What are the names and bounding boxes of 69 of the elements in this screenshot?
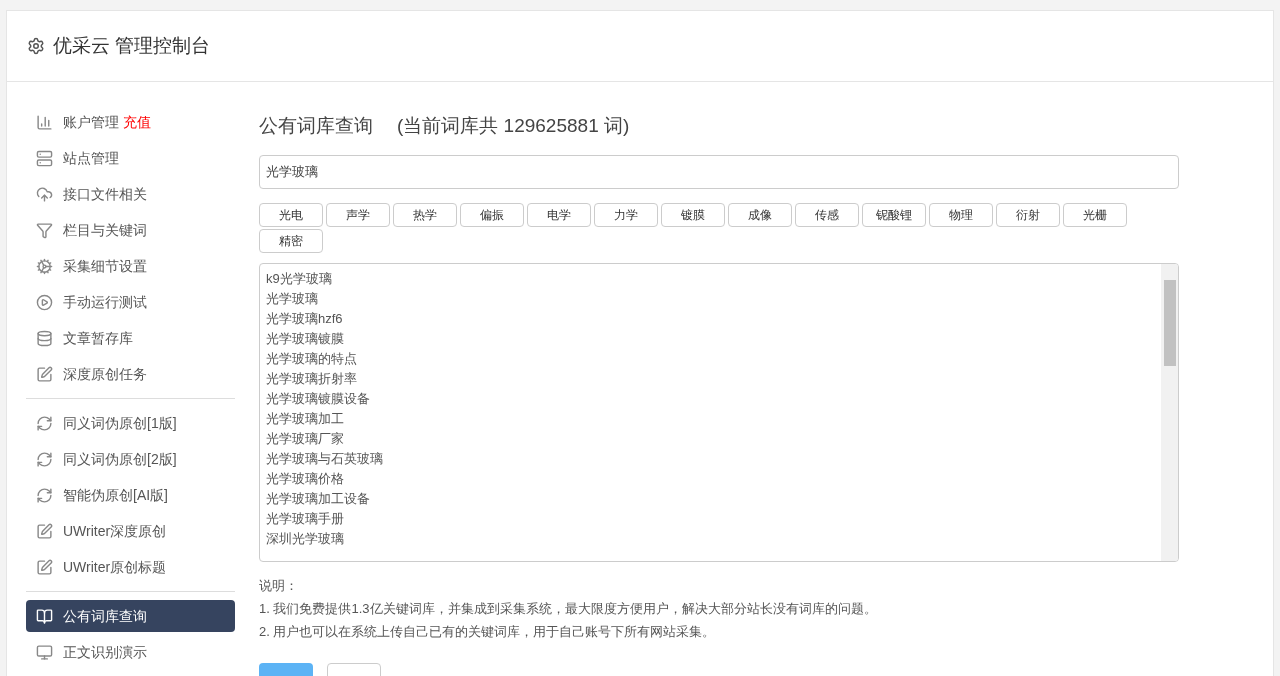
sidebar-item[interactable]: 正文识别演示 bbox=[26, 636, 235, 668]
category-tag[interactable]: 铌酸锂 bbox=[862, 202, 926, 227]
category-tag[interactable]: 热学 bbox=[393, 202, 457, 227]
sidebar-item[interactable]: 文章暂存库 bbox=[26, 322, 235, 354]
result-item[interactable]: 光学玻璃镀膜设备 bbox=[266, 388, 1161, 409]
sidebar-item[interactable]: 同义词伪原创[1版] bbox=[26, 407, 235, 439]
category-tag[interactable]: 声学 bbox=[326, 202, 390, 227]
edit-icon bbox=[36, 522, 53, 540]
result-item[interactable]: 光学玻璃的特点 bbox=[266, 348, 1161, 369]
filter-icon bbox=[36, 221, 53, 239]
category-tag[interactable]: 电学 bbox=[527, 202, 591, 227]
console-title: 优采云 管理控制台 bbox=[53, 33, 211, 58]
category-tag[interactable]: 镀膜 bbox=[661, 202, 725, 227]
sidebar-item[interactable]: 同义词伪原创[2版] bbox=[26, 443, 235, 475]
category-tag[interactable]: 成像 bbox=[728, 202, 792, 227]
scrollbar[interactable] bbox=[1161, 263, 1178, 561]
category-tag[interactable]: 偏振 bbox=[460, 202, 524, 227]
category-tag[interactable]: 传感 bbox=[795, 202, 859, 227]
result-item[interactable]: 光学玻璃镀膜 bbox=[266, 328, 1161, 349]
result-item[interactable]: 光学玻璃价格 bbox=[266, 468, 1161, 489]
sidebar-item[interactable]: 深度原创任务 bbox=[26, 358, 235, 390]
sidebar-item[interactable]: 手动运行测试 bbox=[26, 286, 235, 318]
result-item[interactable]: 光学玻璃折射率 bbox=[266, 368, 1161, 389]
refresh-icon bbox=[36, 450, 53, 468]
book-icon bbox=[36, 607, 53, 625]
sidebar-item[interactable]: 公有词库查询 bbox=[26, 600, 235, 632]
result-item[interactable]: 光学玻璃与石英玻璃 bbox=[266, 448, 1161, 469]
refresh-icon bbox=[36, 486, 53, 504]
note-text: 2. 用户也可以在系统上传自己已有的关键词库，用于自己账号下所有网站采集。 bbox=[259, 622, 717, 641]
result-item[interactable]: 光学玻璃hzf6 bbox=[266, 308, 1161, 329]
result-item[interactable]: 光学玻璃厂家 bbox=[266, 428, 1161, 449]
sidebar-item[interactable]: 站点管理 bbox=[26, 142, 235, 174]
result-item[interactable]: 光学玻璃加工设备 bbox=[266, 488, 1161, 509]
bar-chart-icon bbox=[36, 113, 53, 131]
edit-icon bbox=[36, 558, 53, 576]
settings-icon bbox=[27, 37, 45, 55]
result-item[interactable]: 光学玻璃手册 bbox=[266, 508, 1161, 529]
sidebar-item[interactable]: 采集细节设置 bbox=[26, 250, 235, 282]
gears-icon bbox=[36, 257, 53, 275]
sidebar-item[interactable]: UWriter深度原创 bbox=[26, 515, 235, 547]
result-item[interactable]: 深圳光学玻璃 bbox=[266, 528, 1161, 549]
server-icon bbox=[36, 149, 53, 167]
results-list[interactable]: k9光学玻璃 光学玻璃 光学玻璃hzf6 光学玻璃镀膜 光学玻璃的特点 光学玻璃折射率 光学玻璃镀膜设备 光学玻璃加工 光学玻璃厂家 光学玻璃与石英玻璃 光学玻璃价格 光学玻璃加工设备 光学玻璃手册 深圳光学玻璃 bbox=[259, 262, 1179, 562]
cloud-upload-icon bbox=[36, 185, 53, 203]
result-item[interactable]: k9光学玻璃 bbox=[266, 268, 1161, 289]
edit-icon bbox=[36, 365, 53, 383]
sidebar-item[interactable]: 智能伪原创[AI版] bbox=[26, 479, 235, 511]
notes-heading: 说明： bbox=[259, 576, 299, 595]
recharge-link[interactable]: 充值 bbox=[123, 111, 151, 133]
keyword-field[interactable]: 光学玻璃 bbox=[259, 154, 1179, 189]
category-tag[interactable]: 衍射 bbox=[996, 202, 1060, 227]
category-tag[interactable]: 光栅 bbox=[1063, 202, 1127, 227]
result-item[interactable]: 光学玻璃 bbox=[266, 288, 1161, 309]
monitor-icon bbox=[36, 643, 53, 661]
category-tag[interactable]: 物理 bbox=[929, 202, 993, 227]
category-tag[interactable]: 力学 bbox=[594, 202, 658, 227]
refresh-icon bbox=[36, 414, 53, 432]
sidebar-item[interactable]: 账户管理 充值 bbox=[26, 106, 235, 138]
database-icon bbox=[36, 329, 53, 347]
play-icon bbox=[36, 293, 53, 311]
sidebar-item[interactable]: 栏目与关键词 bbox=[26, 214, 235, 246]
result-item[interactable]: 光学玻璃加工 bbox=[266, 408, 1161, 429]
category-tag[interactable]: 精密 bbox=[259, 228, 323, 253]
note-text: 1. 我们免费提供1.3亿关键词库，并集成到采集系统，最大限度方便用户，解决大部分站长没有词库的问题。 bbox=[259, 599, 878, 618]
sidebar-item[interactable]: 接口文件相关 bbox=[26, 178, 235, 210]
page-title: 公有词库查询 bbox=[259, 114, 373, 138]
category-tag[interactable]: 光电 bbox=[259, 202, 323, 227]
word-count: (当前词库共 129625881 词) bbox=[397, 114, 630, 138]
sidebar-item[interactable]: UWriter原创标题 bbox=[26, 551, 235, 583]
